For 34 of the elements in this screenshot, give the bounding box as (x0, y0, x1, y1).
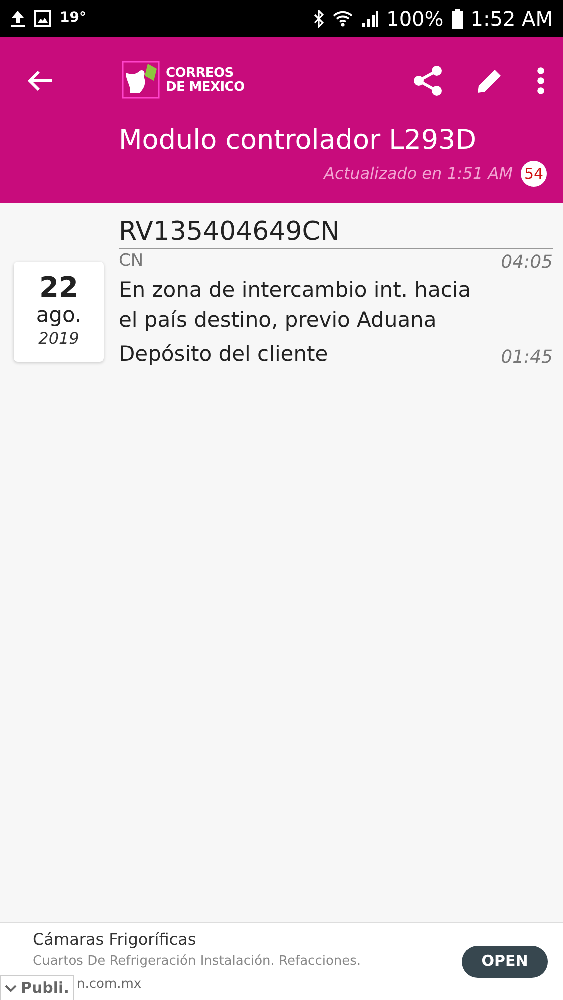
image-icon (34, 10, 52, 28)
open-button[interactable]: OPEN (462, 946, 548, 978)
back-icon (26, 69, 54, 94)
ad-tag-label: Publi. (21, 978, 70, 1000)
wifi-icon (332, 10, 353, 28)
bluetooth-icon (312, 10, 325, 28)
ad-tag[interactable]: Publi. (0, 975, 74, 1000)
count-badge: 54 (521, 161, 547, 188)
signal-icon (360, 10, 379, 28)
ad-url: n.com.mx (77, 977, 142, 992)
battery-icon (452, 8, 463, 28)
date-day: 22 (40, 273, 78, 304)
date-year: 2019 (38, 328, 80, 350)
event-time: 01:45 (501, 346, 553, 370)
logo-text: CORREOS (166, 66, 235, 81)
date-month: ago. (36, 304, 82, 327)
tracking-number: RV135404649CN (119, 217, 553, 250)
logo-text: DE MEXICO (166, 81, 245, 96)
origin-label: CN (119, 250, 144, 274)
clock: 1:52 AM (470, 6, 553, 32)
more-icon (537, 67, 545, 95)
logo-icon (122, 61, 162, 101)
event-description: En zona de intercambio int. hacia el país destino, previo Aduana (119, 277, 472, 334)
upload-icon (10, 10, 26, 28)
temperature: 19° (60, 9, 86, 28)
battery-percentage: 100% (386, 6, 444, 32)
package-title: Modulo controlador L293D (118, 125, 478, 158)
ad-text: Cuartos De Refrigeración Instalación. Refacciones. (33, 952, 362, 971)
updated-label: Actualizado en 1:51 AM (324, 163, 513, 186)
share-icon (413, 65, 443, 97)
event-description: Depósito del cliente (119, 340, 328, 368)
event-time: 04:05 (501, 251, 553, 276)
ad-title[interactable]: Cámaras Frigoríficas (33, 928, 462, 952)
chevron-icon (5, 984, 17, 992)
